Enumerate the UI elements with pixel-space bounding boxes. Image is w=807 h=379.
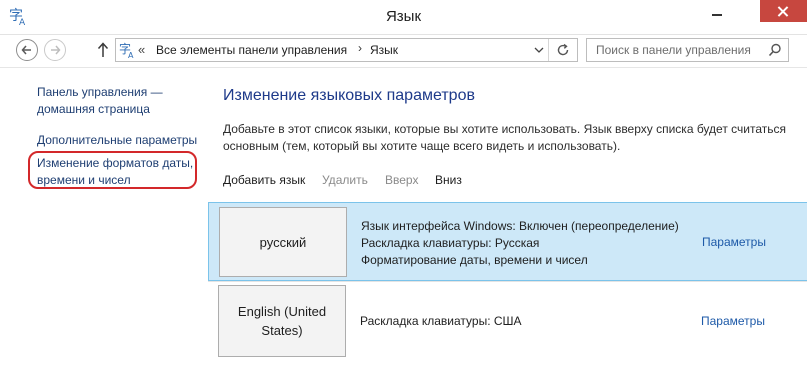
arrow-right-icon [51, 45, 61, 55]
search-placeholder: Поиск в панели управления [596, 43, 751, 57]
language-info: Раскладка клавиатуры: США [360, 313, 522, 330]
add-language-button[interactable]: Добавить язык [223, 173, 305, 187]
search-icon[interactable] [768, 43, 782, 57]
highlight-annotation [28, 151, 197, 189]
control-panel-home-link[interactable]: Панель управления — домашняя страница [37, 84, 163, 118]
breadcrumb-control-panel[interactable]: Все элементы панели управления [156, 43, 347, 57]
breadcrumb-overflow[interactable]: « [138, 42, 145, 57]
search-box[interactable]: Поиск в панели управления [586, 38, 789, 62]
language-row-english[interactable]: English (United States) Раскладка клавиа… [208, 283, 807, 363]
close-button[interactable] [760, 0, 807, 22]
window-title: Язык [385, 8, 422, 25]
language-icon: 字 A [119, 41, 134, 59]
language-info-line: Раскладка клавиатуры: США [360, 314, 522, 328]
language-info-line: Язык интерфейса Windows: Включен (переоп… [361, 219, 679, 233]
svg-text:A: A [128, 51, 134, 59]
navigation-bar: 字 A « Все элементы панели управления › Я… [0, 35, 807, 68]
row-divider [208, 281, 807, 282]
move-up-button[interactable]: Вверх [385, 173, 418, 187]
address-divider [548, 39, 549, 61]
language-name-button[interactable]: English (United States) [218, 285, 346, 357]
move-down-button[interactable]: Вниз [435, 173, 462, 187]
up-arrow-icon[interactable] [96, 41, 110, 59]
remove-button[interactable]: Удалить [322, 173, 368, 187]
language-info-line: Форматирование даты, времени и чисел [361, 253, 588, 267]
language-info-line: Раскладка клавиатуры: Русская [361, 236, 540, 250]
chevron-down-icon[interactable] [531, 41, 547, 59]
address-bar[interactable]: 字 A « Все элементы панели управления › Я… [115, 38, 578, 62]
minimize-button[interactable] [698, 0, 738, 26]
maximize-button[interactable] [740, 0, 748, 26]
breadcrumb-separator[interactable]: › [358, 41, 362, 55]
back-button[interactable] [16, 39, 38, 61]
arrow-left-icon [21, 45, 31, 55]
language-options-link[interactable]: Параметры [701, 314, 765, 328]
page-title: Изменение языковых параметров [223, 87, 475, 104]
advanced-settings-link[interactable]: Дополнительные параметры [37, 132, 197, 149]
forward-button[interactable] [44, 39, 66, 61]
language-row-russian[interactable]: русский Язык интерфейса Windows: Включен… [208, 202, 807, 281]
breadcrumb-language[interactable]: Язык [370, 43, 398, 57]
page-description: Добавьте в этот список языки, которые вы… [223, 122, 786, 153]
language-name-button[interactable]: русский [219, 207, 347, 277]
language-info: Язык интерфейса Windows: Включен (переоп… [361, 218, 679, 269]
refresh-icon[interactable] [555, 42, 571, 58]
title-bar: 字 A Язык [0, 0, 807, 35]
language-options-link[interactable]: Параметры [702, 235, 766, 249]
